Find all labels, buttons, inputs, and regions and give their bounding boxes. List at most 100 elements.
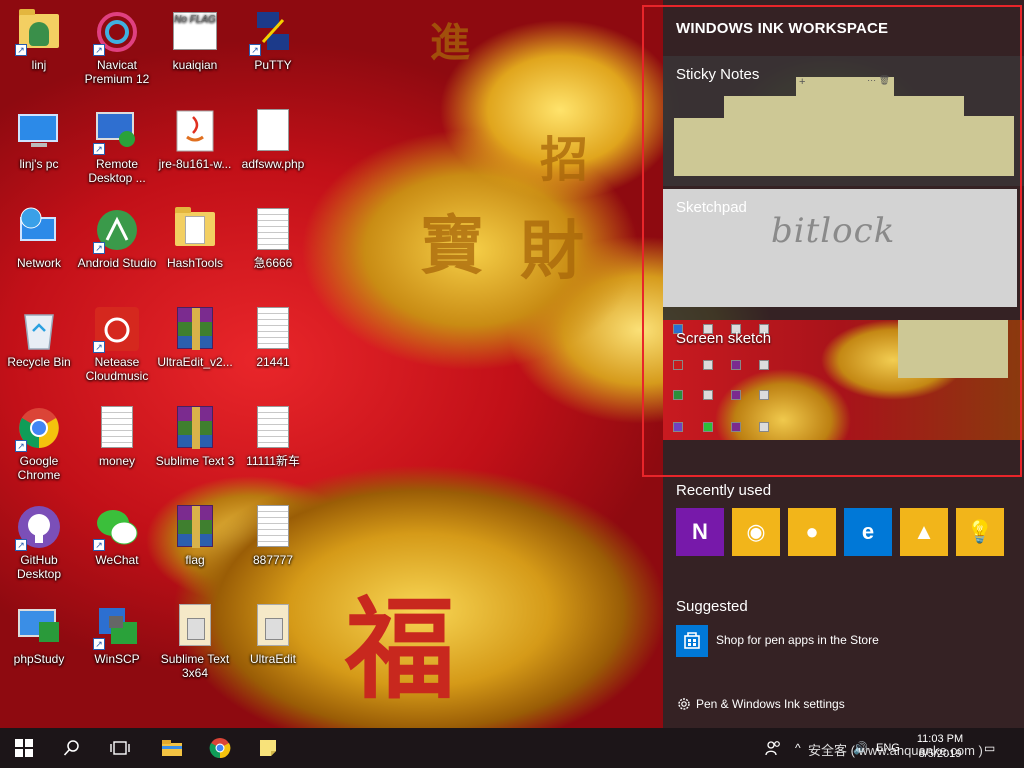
- paint3d-icon-glyph: ●: [805, 519, 819, 544]
- photos-icon[interactable]: ▲: [900, 508, 948, 556]
- desktop-icon-image[interactable]: No FLAG kuaiqian: [154, 8, 236, 72]
- folder-icon: [171, 206, 219, 254]
- desktop-icon-label: 21441: [256, 355, 290, 369]
- shortcut-arrow-icon: ↗: [93, 242, 105, 254]
- shortcut-arrow-icon: ↗: [93, 638, 105, 650]
- wallpaper-char: 寶: [420, 209, 484, 284]
- desktop-icon-chrome[interactable]: ↗ Google Chrome: [0, 404, 80, 482]
- desktop-icon-label: phpStudy: [13, 652, 65, 666]
- store-icon[interactable]: [676, 625, 708, 657]
- sketchpad-ink-text: bitlock: [771, 211, 896, 251]
- file-explorer-button[interactable]: [148, 728, 196, 768]
- sticky-notes-icon: [260, 740, 276, 756]
- shortcut-arrow-icon: ↗: [15, 440, 27, 452]
- screen-sketch-sticky-note: [898, 320, 1008, 378]
- desktop-icon-putty[interactable]: ↗ PuTTY: [232, 8, 314, 72]
- sketchpad-label: Sketchpad: [676, 199, 747, 216]
- desktop-icon-network[interactable]: Network: [0, 206, 80, 270]
- wallpaper-fu-char: 福: [345, 585, 455, 714]
- desktop-icon-user-folder[interactable]: ↗ linj: [0, 8, 80, 72]
- tips-icon[interactable]: 💡: [956, 508, 1004, 556]
- mini-desktop-icon: [759, 422, 769, 432]
- screen-sketch-tile[interactable]: Screen sketch: [663, 320, 1024, 440]
- desktop-icon-label: kuaiqian: [172, 58, 218, 72]
- desktop-icon-label: Remote Desktop ...: [88, 157, 146, 185]
- desktop-icon-doc[interactable]: 急6666: [232, 206, 314, 270]
- tips-icon-glyph: 💡: [966, 519, 994, 544]
- desktop-icon-java[interactable]: jre-8u161-w...: [154, 107, 236, 171]
- chrome-icon: [209, 738, 231, 759]
- winscp-icon: ↗: [93, 602, 141, 650]
- mini-desktop-icon: [673, 360, 683, 370]
- desktop-icon-netease[interactable]: ↗ Netease Cloudmusic: [76, 305, 158, 383]
- desktop-icon-rar[interactable]: UltraEdit_v2...: [154, 305, 236, 369]
- desktop-icon-github[interactable]: ↗ GitHub Desktop: [0, 503, 80, 581]
- sketchpad-tile[interactable]: Sketchpad bitlock: [663, 189, 1017, 307]
- desktop-icon-folder[interactable]: HashTools: [154, 206, 236, 270]
- shortcut-arrow-icon: ↗: [93, 143, 105, 155]
- people-button[interactable]: [764, 728, 782, 768]
- people-icon: [765, 741, 780, 756]
- android-icon: ↗: [93, 206, 141, 254]
- desktop-icon-label: UltraEdit_v2...: [157, 355, 233, 369]
- suggested-store-link[interactable]: Shop for pen apps in the Store: [716, 633, 879, 647]
- image-icon: No FLAG: [171, 8, 219, 56]
- desktop-icon-android[interactable]: ↗ Android Studio: [76, 206, 158, 270]
- desktop-icon-rar[interactable]: Sublime Text 3: [154, 404, 236, 468]
- netease-icon: ↗: [93, 305, 141, 353]
- user-folder-icon: ↗: [15, 8, 63, 56]
- desktop-icon-label: Android Studio: [77, 256, 157, 270]
- desktop-icon-wechat[interactable]: ↗ WeChat: [76, 503, 158, 567]
- phpstudy-icon: [15, 602, 63, 650]
- desktop-icon-folder-doc[interactable]: UltraEdit: [232, 602, 314, 666]
- desktop-icon-label: flag: [185, 553, 205, 567]
- desktop-icon-doc[interactable]: 21441: [232, 305, 314, 369]
- chrome-taskbar-button[interactable]: [196, 728, 244, 768]
- doc-icon: [93, 404, 141, 452]
- maps-icon[interactable]: ◉: [732, 508, 780, 556]
- edge-icon[interactable]: e: [844, 508, 892, 556]
- desktop-icon-recycle[interactable]: Recycle Bin: [0, 305, 80, 369]
- edge-icon-glyph: e: [861, 519, 875, 544]
- desktop-icon-navicat[interactable]: ↗ Navicat Premium 12: [76, 8, 158, 86]
- paint3d-icon[interactable]: ●: [788, 508, 836, 556]
- sticky-notes-taskbar-button[interactable]: [244, 728, 292, 768]
- start-button[interactable]: [0, 728, 48, 768]
- desktop-icon-label: UltraEdit: [249, 652, 296, 666]
- sticky-note: [964, 116, 1014, 176]
- search-button[interactable]: [48, 728, 96, 768]
- desktop-icon-phpstudy[interactable]: phpStudy: [0, 602, 80, 666]
- doc-icon: [249, 305, 297, 353]
- mini-desktop-icon: [731, 390, 741, 400]
- desktop-icon-file[interactable]: adfsww.php: [232, 107, 314, 171]
- desktop-icon-label: 887777: [252, 553, 294, 567]
- desktop-icon-pc[interactable]: linj's pc: [0, 107, 80, 171]
- onenote-icon[interactable]: N: [676, 508, 724, 556]
- sticky-note: [724, 96, 796, 176]
- mini-desktop-icon: [731, 360, 741, 370]
- doc-icon: [249, 404, 297, 452]
- desktop-icon-label: HashTools: [166, 256, 224, 270]
- desktop-icon-doc[interactable]: 11111新车: [232, 404, 314, 468]
- desktop-icon-doc[interactable]: money: [76, 404, 158, 468]
- desktop-icon-remote-desktop[interactable]: ↗ Remote Desktop ...: [76, 107, 158, 185]
- desktop-icon-folder-doc[interactable]: Sublime Text 3x64: [154, 602, 236, 680]
- mini-desktop-icon: [703, 422, 713, 432]
- sticky-note: [894, 96, 964, 176]
- settings-label: Pen & Windows Ink settings: [696, 697, 845, 711]
- sticky-notes-tile[interactable]: Sticky Notes + ··· 🗑: [663, 56, 1024, 186]
- pen-ink-settings-link[interactable]: Pen & Windows Ink settings: [676, 696, 845, 712]
- file-icon: [249, 107, 297, 155]
- putty-icon: ↗: [249, 8, 297, 56]
- search-icon: [63, 740, 79, 756]
- desktop-icon-winscp[interactable]: ↗ WinSCP: [76, 602, 158, 666]
- mini-desktop-icon: [731, 422, 741, 432]
- desktop-icon-label: Recycle Bin: [7, 355, 71, 369]
- show-hidden-icons-button[interactable]: ^: [795, 728, 801, 768]
- ink-workspace-panel: WINDOWS INK WORKSPACE Sticky Notes + ···…: [663, 0, 1024, 728]
- task-view-button[interactable]: [96, 728, 144, 768]
- desktop-icon-doc[interactable]: 887777: [232, 503, 314, 567]
- action-center-button[interactable]: ▭: [984, 728, 995, 768]
- desktop-icon-rar[interactable]: flag: [154, 503, 236, 567]
- watermark: 安全客 ( www.anquanke.com ): [808, 743, 983, 758]
